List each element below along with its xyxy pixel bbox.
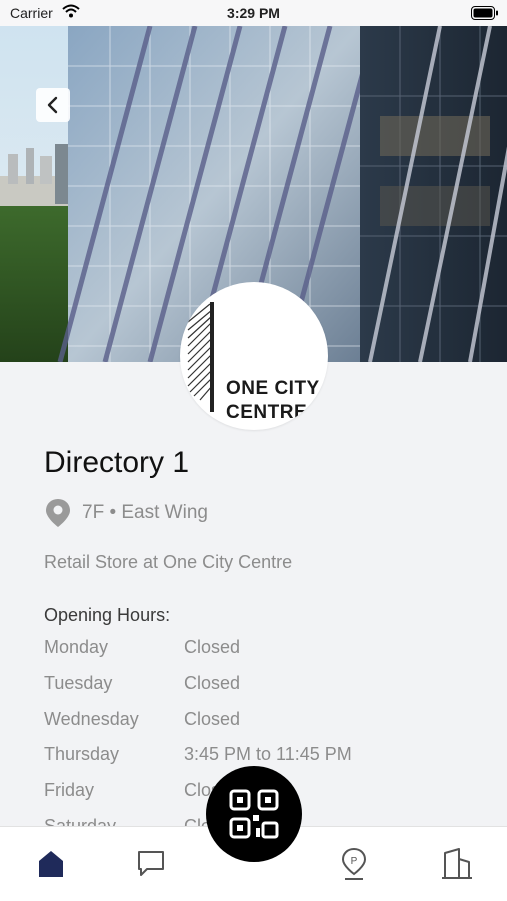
day-label: Saturday bbox=[44, 815, 117, 826]
hours-row-monday: Monday Closed bbox=[44, 634, 484, 670]
day-label: Thursday bbox=[44, 744, 120, 765]
opening-hours-heading: Opening Hours: bbox=[44, 605, 171, 625]
building-icon bbox=[440, 847, 474, 887]
tab-messages[interactable] bbox=[131, 847, 171, 887]
location-row: 7F • East Wing bbox=[44, 498, 208, 528]
qr-scan-button[interactable] bbox=[206, 766, 302, 862]
tab-building[interactable] bbox=[437, 847, 477, 887]
store-logo: ONE CITY CENTRE bbox=[180, 282, 328, 430]
store-description: Retail Store at One City Centre bbox=[44, 552, 293, 572]
status-bar: Carrier 3:29 PM bbox=[0, 0, 507, 26]
svg-text:P: P bbox=[351, 856, 358, 867]
status-time: 3:29 PM bbox=[227, 5, 280, 21]
parking-icon: P bbox=[338, 847, 370, 887]
day-label: Monday bbox=[44, 637, 109, 657]
battery-icon bbox=[471, 6, 499, 23]
hours-row-wednesday: Wednesday Closed bbox=[44, 706, 484, 742]
location-text: 7F • East Wing bbox=[82, 502, 208, 523]
day-label: Wednesday bbox=[44, 708, 139, 729]
back-button[interactable] bbox=[36, 88, 70, 122]
day-label: Friday bbox=[44, 780, 95, 801]
home-icon bbox=[35, 847, 67, 887]
day-label: Tuesday bbox=[44, 672, 113, 693]
hours-row-tuesday: Tuesday Closed bbox=[44, 670, 484, 706]
hours-value: Closed bbox=[184, 637, 241, 657]
tab-home[interactable] bbox=[31, 847, 71, 887]
map-pin-icon bbox=[44, 498, 72, 528]
hours-value: Closed bbox=[184, 672, 241, 693]
qr-code-icon bbox=[228, 788, 280, 840]
hours-value: Closed bbox=[184, 708, 241, 729]
chevron-left-icon bbox=[46, 96, 60, 114]
chat-icon bbox=[135, 847, 167, 887]
page-title: Directory 1 bbox=[44, 446, 190, 479]
logo-line-2: CENTRE bbox=[226, 402, 308, 423]
logo-line-1: ONE CITY bbox=[226, 378, 320, 399]
tab-parking[interactable]: P bbox=[334, 847, 374, 887]
